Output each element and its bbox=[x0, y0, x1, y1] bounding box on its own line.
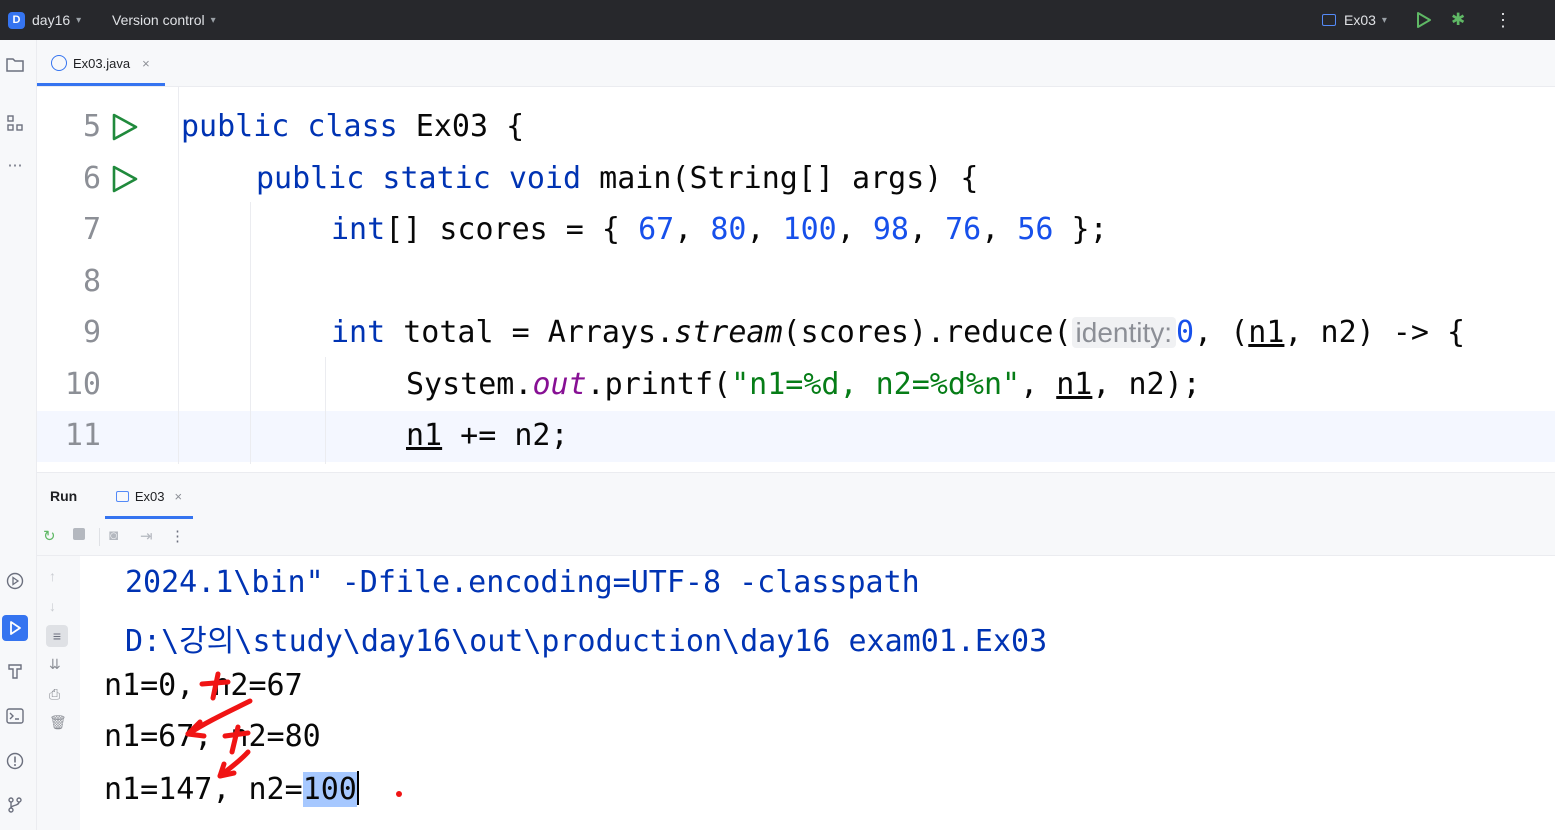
close-icon[interactable]: × bbox=[175, 489, 183, 504]
run-icon bbox=[1417, 12, 1431, 28]
terminal-icon[interactable] bbox=[4, 705, 26, 727]
debug-button[interactable]: ✱ bbox=[1451, 0, 1465, 40]
window-icon bbox=[1322, 14, 1336, 26]
run-config-label: Ex03 bbox=[1344, 12, 1376, 28]
run-gutter-icon[interactable] bbox=[109, 112, 139, 142]
line-number: 10 bbox=[64, 367, 101, 402]
trash-icon[interactable]: 🗑 bbox=[49, 714, 67, 731]
line-number: 9 bbox=[82, 315, 101, 350]
tab-label: Ex03.java bbox=[73, 55, 131, 71]
code-line-7: int[] scores = { 67, 80, 100, 98, 76, 56… bbox=[331, 212, 1108, 247]
stop-icon[interactable] bbox=[73, 528, 85, 540]
run-config-selector[interactable]: Ex03 ▾ bbox=[1322, 0, 1387, 40]
more-horizontal-icon[interactable]: ⋯ bbox=[4, 154, 26, 176]
code-line-9: int total = Arrays.stream(scores).reduce… bbox=[331, 315, 1466, 350]
tab-active-indicator bbox=[37, 83, 165, 86]
window-icon bbox=[115, 490, 129, 502]
chevron-down-icon: ▾ bbox=[1381, 14, 1387, 26]
java-class-icon bbox=[51, 55, 67, 71]
handwritten-annotation bbox=[185, 671, 402, 797]
print-icon[interactable]: ⎙ bbox=[49, 686, 60, 703]
exit-icon[interactable]: ⇥ bbox=[140, 527, 153, 545]
project-badge: D bbox=[8, 11, 25, 29]
toolbar-separator bbox=[99, 528, 100, 546]
run-toolbar: ↻ ◙ ⇥ ⋮ bbox=[37, 519, 1555, 556]
run-tab-label: Ex03 bbox=[134, 488, 165, 504]
indent-guide bbox=[325, 357, 326, 464]
build-hammer-icon[interactable] bbox=[4, 660, 26, 682]
arrow-down-icon[interactable]: ↓ bbox=[49, 598, 56, 614]
soft-wrap-icon[interactable]: ≡ bbox=[46, 625, 68, 647]
tab-ex03-java[interactable]: Ex03.java × bbox=[37, 40, 165, 86]
code-line-11: n1 += n2; bbox=[406, 418, 569, 453]
indent-guide bbox=[250, 202, 251, 464]
console-side-toolbar: ↑ ↓ ≡ ⇊ ⎙ 🗑 bbox=[37, 556, 80, 830]
vcs-label: Version control bbox=[112, 12, 205, 28]
line-number: 5 bbox=[82, 109, 101, 144]
close-icon[interactable]: × bbox=[142, 56, 150, 71]
line-number: 11 bbox=[64, 418, 101, 453]
rerun-icon[interactable]: ↻ bbox=[43, 527, 56, 545]
code-line-5: public class Ex03 { bbox=[181, 109, 525, 144]
gutter: 5 6 7 8 9 10 11 bbox=[37, 87, 179, 464]
folder-icon[interactable] bbox=[4, 53, 26, 75]
title-bar: D day16 ▾ Version control ▾ Ex03 ▾ ✱ ⋮ bbox=[0, 0, 1555, 40]
scroll-to-end-icon[interactable]: ⇊ bbox=[49, 656, 61, 673]
git-branch-icon[interactable] bbox=[4, 794, 26, 816]
left-tool-strip: ⋯ bbox=[0, 40, 37, 830]
run-gutter-icon[interactable] bbox=[109, 164, 139, 194]
current-line-highlight bbox=[37, 411, 1555, 462]
line-number: 8 bbox=[82, 264, 101, 299]
run-button[interactable] bbox=[1414, 0, 1432, 40]
chevron-down-icon: ▾ bbox=[210, 14, 216, 26]
line-number: 7 bbox=[82, 212, 101, 247]
arrow-up-icon[interactable]: ↑ bbox=[49, 568, 56, 584]
structure-icon[interactable] bbox=[4, 112, 26, 134]
run-tool-icon[interactable] bbox=[2, 615, 28, 641]
run-panel-header: Run Ex03 × bbox=[37, 472, 1555, 519]
line-number: 6 bbox=[82, 161, 101, 196]
project-name: day16 bbox=[32, 12, 71, 28]
camera-icon[interactable]: ◙ bbox=[109, 527, 118, 544]
project-selector[interactable]: D day16 ▾ bbox=[8, 0, 81, 40]
tab-run-ex03[interactable]: Ex03 × bbox=[105, 473, 193, 519]
run-panel-title: Run bbox=[50, 488, 78, 504]
more-button[interactable]: ⋮ bbox=[1494, 0, 1512, 40]
code-line-10: System.out.printf("n1=%d, n2=%d%n", n1, … bbox=[406, 367, 1201, 402]
chevron-down-icon: ▾ bbox=[76, 14, 82, 26]
code-line-6: public static void main(String[] args) { bbox=[256, 161, 979, 196]
more-vertical-icon: ⋮ bbox=[1494, 9, 1512, 30]
parameter-hint: identity: bbox=[1071, 317, 1177, 348]
problems-icon[interactable] bbox=[4, 750, 26, 772]
more-vertical-icon[interactable]: ⋮ bbox=[170, 527, 185, 545]
console-output[interactable]: 2024.1\bin" -Dfile.encoding=UTF-8 -class… bbox=[80, 556, 1555, 830]
vcs-menu[interactable]: Version control ▾ bbox=[112, 0, 216, 40]
code-editor[interactable]: 5 6 7 8 9 10 11 public class Ex03 { publ… bbox=[37, 87, 1555, 464]
services-icon[interactable] bbox=[4, 570, 26, 592]
editor-tab-bar: Ex03.java × bbox=[37, 40, 1555, 87]
bug-icon: ✱ bbox=[1451, 10, 1466, 29]
